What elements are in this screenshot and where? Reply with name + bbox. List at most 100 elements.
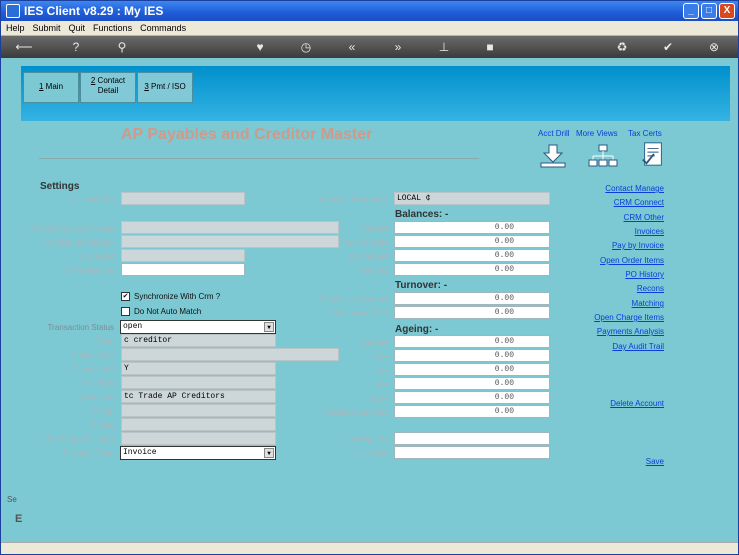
- last-upd-by-field[interactable]: [394, 432, 550, 445]
- pin-icon[interactable]: ⊥: [435, 39, 453, 55]
- square-icon[interactable]: ■: [481, 39, 499, 55]
- more-views-link[interactable]: More Views: [576, 129, 618, 138]
- contact-manage-link[interactable]: Contact Manage: [605, 184, 664, 193]
- left-stub-text: Se: [7, 495, 17, 504]
- search-icon[interactable]: ⚲: [113, 39, 131, 55]
- day-audit-trail-link[interactable]: Day Audit Trail: [612, 342, 664, 351]
- rating-field[interactable]: [121, 418, 276, 431]
- title-divider: [39, 158, 479, 159]
- last-upd-by-label: Last Upd By: [344, 435, 388, 444]
- clock-icon[interactable]: ◷: [297, 39, 315, 55]
- fin-limit-field[interactable]: [121, 376, 276, 389]
- category-label: Category: [81, 393, 114, 402]
- heart-icon[interactable]: ♥: [251, 39, 269, 55]
- main-panel: 1 Main 2 Contact Detail 3 Pmt / ISO AP Pa…: [21, 66, 730, 541]
- open-order-items-link[interactable]: Open Order Items: [600, 256, 664, 265]
- ageing-60-field[interactable]: 0.00: [394, 363, 550, 376]
- last-upd-field[interactable]: [394, 446, 550, 459]
- tab-main[interactable]: 1 Main: [23, 72, 79, 103]
- close-button[interactable]: X: [719, 3, 735, 19]
- client-ref-label: Client Ref: [78, 252, 114, 261]
- menu-submit[interactable]: Submit: [28, 21, 64, 33]
- maximize-button[interactable]: □: [701, 3, 717, 19]
- page-title: AP Payables and Creditor Master: [121, 126, 373, 143]
- tab-pmt-iso[interactable]: 3 Pmt / ISO: [137, 72, 193, 103]
- qty-current-field[interactable]: 0.00: [394, 249, 550, 262]
- invoices-link[interactable]: Invoices: [635, 227, 664, 236]
- ageing-heading: Ageing: -: [395, 324, 439, 335]
- po-history-link[interactable]: PO History: [625, 270, 664, 279]
- menu-commands[interactable]: Commands: [135, 21, 189, 33]
- account-key-field[interactable]: [121, 192, 245, 205]
- ageing-120-label: 120+: [369, 394, 388, 403]
- client-ref-field[interactable]: [121, 249, 245, 262]
- open-charge-items-link[interactable]: Open Charge Items: [594, 313, 664, 322]
- rewind-icon[interactable]: «: [343, 39, 361, 55]
- status-bar: [1, 542, 738, 554]
- payment-type-select[interactable]: Invoice ▼: [120, 446, 276, 460]
- tax-certs-link[interactable]: Tax Certs: [628, 129, 662, 138]
- pay-by-invoice-link[interactable]: Pay by Invoice: [612, 241, 664, 250]
- check-icon[interactable]: ✔: [659, 39, 677, 55]
- group-field[interactable]: [121, 404, 276, 417]
- app-icon: [6, 4, 20, 18]
- balance-ytd-field[interactable]: 0.00: [394, 235, 550, 248]
- ageing-90-field[interactable]: 0.00: [394, 377, 550, 390]
- crm-number-field[interactable]: [121, 263, 245, 276]
- no-auto-match-box: [121, 307, 130, 317]
- back-icon[interactable]: ⟵: [13, 39, 35, 55]
- purchases-current-field[interactable]: 0.00: [394, 292, 550, 305]
- crm-number-label: CRM Number: [65, 266, 114, 275]
- matching-link[interactable]: Matching: [632, 299, 664, 308]
- forward-icon[interactable]: »: [389, 39, 407, 55]
- delete-account-link[interactable]: Delete Account: [610, 399, 664, 408]
- ageing-30-field[interactable]: 0.00: [394, 349, 550, 362]
- tab-contact-detail[interactable]: 2 Contact Detail: [80, 72, 136, 103]
- balance-ytd-label: Year-to-Date: [342, 238, 388, 247]
- minimize-button[interactable]: _: [683, 3, 699, 19]
- ageing-current-label: Current: [361, 338, 388, 347]
- transaction-status-value: open: [123, 322, 143, 331]
- qty-ytd-field[interactable]: 0.00: [394, 263, 550, 276]
- save-link[interactable]: Save: [646, 457, 664, 466]
- cancel-icon[interactable]: ⊗: [705, 39, 723, 55]
- type-field[interactable]: c creditor: [121, 334, 276, 347]
- menu-functions[interactable]: Functions: [88, 21, 135, 33]
- ageing-120-field[interactable]: 0.00: [394, 391, 550, 404]
- no-auto-match-label: Do Not Auto Match: [134, 307, 202, 316]
- cheque-beneficiary-label: Cheque Beneficiary: [44, 238, 114, 247]
- rating-label: Rating: [90, 421, 114, 430]
- form-content: AP Payables and Creditor Master Acct Dri…: [21, 121, 730, 541]
- type-label: Type: [96, 337, 114, 346]
- tab-pmt-number: 3: [144, 82, 149, 91]
- tax-certificate-icon[interactable]: [638, 141, 668, 167]
- ageing-current-field[interactable]: 0.00: [394, 335, 550, 348]
- account-key-label: Account Key: [69, 195, 114, 204]
- chevron-down-icon[interactable]: ▼: [264, 322, 274, 332]
- menu-help[interactable]: Help: [1, 21, 28, 33]
- open-item-field[interactable]: Y: [121, 362, 276, 375]
- no-auto-match-checkbox[interactable]: Do Not Auto Match: [121, 307, 202, 317]
- category-field[interactable]: tc Trade AP Creditors: [121, 390, 276, 403]
- purchases-ytd-field[interactable]: 0.00: [394, 306, 550, 319]
- payments-analysis-link[interactable]: Payments Analysis: [597, 327, 664, 336]
- crm-connect-link[interactable]: CRM Connect: [614, 198, 664, 207]
- menu-quit[interactable]: Quit: [64, 21, 89, 33]
- hierarchy-icon[interactable]: [588, 143, 618, 169]
- managed-currency-field[interactable]: LOCAL ¢: [394, 192, 550, 205]
- acct-drill-link[interactable]: Acct Drill: [538, 129, 570, 138]
- recons-link[interactable]: Recons: [637, 284, 664, 293]
- sync-crm-checkbox[interactable]: ✔ Synchronize With Crm ?: [121, 292, 220, 302]
- transaction-status-select[interactable]: open ▼: [120, 320, 276, 334]
- chevron-down-icon[interactable]: ▼: [264, 448, 274, 458]
- purchases-current-label: Purchases Current: [321, 295, 388, 304]
- tax-reg-field[interactable]: [121, 432, 276, 445]
- unallocated-pmts-field[interactable]: 0.00: [394, 405, 550, 418]
- left-stub-icon: E: [15, 513, 23, 525]
- help-icon[interactable]: ?: [67, 39, 85, 55]
- crm-other-link[interactable]: CRM Other: [624, 213, 664, 222]
- tab-contact-label2: Detail: [97, 86, 119, 95]
- balance-current-field[interactable]: 0.00: [394, 221, 550, 234]
- recycle-icon[interactable]: ♻: [613, 39, 631, 55]
- download-tray-icon[interactable]: [538, 143, 568, 169]
